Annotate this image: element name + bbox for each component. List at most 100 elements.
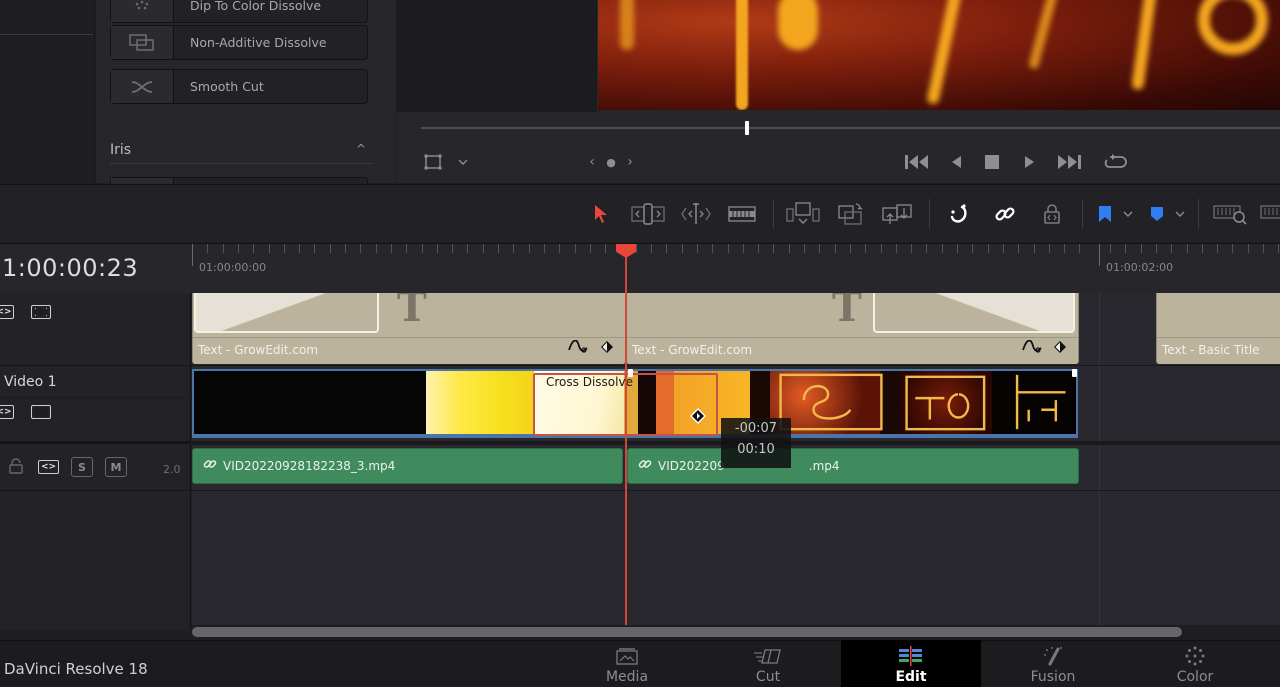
keyframe-icon[interactable] <box>1053 340 1067 358</box>
ruler-tick <box>1186 244 1188 253</box>
ruler-tick <box>482 244 484 253</box>
text-clip[interactable]: Text - Basic Title <box>1156 293 1280 364</box>
lock-track-icon[interactable] <box>9 458 23 478</box>
ruler-tick <box>1033 244 1035 253</box>
flag-dropdown-chevron-icon[interactable] <box>1120 199 1136 229</box>
reverse-play-icon[interactable] <box>947 150 965 174</box>
ruler-tick <box>207 244 209 253</box>
effect-dip-to-color-dissolve[interactable]: Dip To Color Dissolve <box>110 0 368 23</box>
trim-duration: 00:10 <box>737 442 775 457</box>
viewer-scrubber-track[interactable] <box>421 127 1280 129</box>
trim-edit-mode-icon[interactable] <box>630 199 666 229</box>
smooth-cut-icon <box>111 70 174 103</box>
page-tab-color[interactable]: Color <box>1125 640 1265 687</box>
ruler-tick <box>788 244 790 253</box>
text-clip[interactable]: T Text - GrowEdit.com <box>626 293 1079 364</box>
ruler-tick <box>314 244 316 253</box>
page-tab-cut[interactable]: Cut <box>698 640 838 687</box>
page-tab-fusion[interactable]: Fusion <box>983 640 1123 687</box>
auto-track-select-icon[interactable]: <> <box>0 405 14 419</box>
toolbar-separator <box>1082 199 1083 229</box>
ruler-tick <box>1048 244 1050 253</box>
ruler-tick <box>987 244 989 253</box>
curve-icon[interactable] <box>1021 339 1043 358</box>
link-icon <box>203 457 217 475</box>
audio-channel-format: 2.0 <box>163 463 181 476</box>
custom-zoom-icon[interactable] <box>1258 199 1280 229</box>
zoom-to-fit-icon[interactable] <box>1210 199 1250 229</box>
playhead-line[interactable] <box>625 244 627 627</box>
auto-track-select-icon[interactable]: <> <box>0 305 14 319</box>
ruler-tick <box>758 244 760 253</box>
trim-handle[interactable] <box>1072 369 1077 377</box>
ruler-tick <box>192 244 193 266</box>
viewer-scrubber-handle[interactable] <box>745 121 750 135</box>
loop-icon[interactable] <box>1101 150 1129 174</box>
insert-clip-icon[interactable] <box>785 199 821 229</box>
ruler-tick <box>253 244 255 253</box>
selection-mode-icon[interactable] <box>590 199 612 229</box>
ruler-tick <box>1263 244 1264 253</box>
timeline-horizontal-scrollbar[interactable] <box>192 627 1182 637</box>
disable-video-track-icon[interactable] <box>31 305 51 319</box>
timeline-ruler[interactable]: 01:00:00:00 01:00:02:00 <box>192 244 1280 292</box>
position-lock-icon[interactable] <box>1040 199 1064 229</box>
effect-label: Dip To Color Dissolve <box>190 0 322 13</box>
ruler-tick <box>1002 244 1004 253</box>
linked-selection-icon[interactable] <box>992 199 1018 229</box>
audio-clip[interactable]: VID20220928182238_3.mp4 <box>192 448 623 484</box>
keyframe-icon[interactable] <box>600 340 614 358</box>
page-tab-media[interactable]: Media <box>557 640 697 687</box>
chevron-down-icon[interactable] <box>455 150 471 174</box>
go-to-start-icon[interactable] <box>903 150 931 174</box>
transition-keyframe-icon[interactable] <box>690 408 706 428</box>
ruler-tick <box>819 244 821 253</box>
ruler-tick <box>1217 244 1219 253</box>
blade-edit-mode-icon[interactable] <box>726 199 758 229</box>
solo-button[interactable]: S <box>71 457 93 477</box>
trim-handle[interactable] <box>628 369 633 377</box>
effects-library-panel: Dip To Color Dissolve Non-Additive Disso… <box>96 0 478 197</box>
page-tab-label: Color <box>1176 669 1214 685</box>
ruler-tick <box>237 244 239 253</box>
disable-video-track-icon[interactable] <box>31 405 51 419</box>
dip-to-color-dissolve-icon <box>111 0 174 22</box>
color-page-icon <box>1185 645 1205 667</box>
marker-dropdown-chevron-icon[interactable] <box>1172 199 1188 229</box>
effect-non-additive-dissolve[interactable]: Non-Additive Dissolve <box>110 25 368 60</box>
ruler-tick <box>543 244 545 253</box>
snapping-icon[interactable] <box>946 199 972 229</box>
stop-icon[interactable] <box>983 150 1001 174</box>
toolbar-separator <box>929 199 930 229</box>
flag-icon[interactable] <box>1094 199 1116 229</box>
track-name-video-1[interactable]: Video 1 <box>4 374 57 390</box>
iris-section-header[interactable]: Iris ^ <box>110 140 372 164</box>
current-timecode[interactable]: 1:00:00:23 <box>2 254 138 282</box>
chevron-up-icon[interactable]: ^ <box>356 142 366 156</box>
non-additive-dissolve-icon <box>111 26 174 59</box>
timeline-viewer: ‹ ● › <box>397 0 1280 183</box>
link-icon <box>638 457 652 475</box>
overwrite-clip-icon[interactable] <box>835 199 867 229</box>
add-keyframe-button[interactable]: ● <box>604 150 618 174</box>
media-pool-strip <box>0 0 95 183</box>
auto-track-select-icon[interactable]: <> <box>38 460 59 474</box>
video-frame <box>598 0 1280 110</box>
marker-icon[interactable] <box>1146 199 1168 229</box>
previous-keyframe-button[interactable]: ‹ <box>585 150 599 174</box>
effect-smooth-cut[interactable]: Smooth Cut <box>110 69 368 104</box>
dynamic-trim-mode-icon[interactable] <box>678 199 714 229</box>
curve-icon[interactable] <box>567 339 589 358</box>
transform-icon[interactable] <box>421 150 445 174</box>
ruler-tick <box>895 244 897 253</box>
next-keyframe-button[interactable]: › <box>623 150 637 174</box>
audio-clip[interactable]: VID202209 .mp4 <box>627 448 1079 484</box>
text-clip[interactable]: T Text - GrowEdit.com <box>192 293 626 364</box>
ruler-tick <box>1247 244 1249 253</box>
play-icon[interactable] <box>1021 150 1039 174</box>
timeline-tracks[interactable]: T Text - GrowEdit.com T Text - GrowEdit.… <box>192 293 1280 630</box>
replace-clip-icon[interactable] <box>880 199 916 229</box>
page-tab-edit[interactable]: Edit <box>841 640 981 687</box>
go-to-end-icon[interactable] <box>1055 150 1083 174</box>
mute-button[interactable]: M <box>105 457 127 477</box>
